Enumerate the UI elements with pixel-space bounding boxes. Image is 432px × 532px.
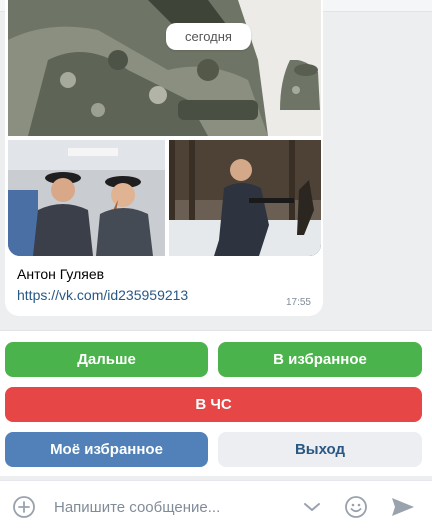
add-to-favorites-button[interactable]: В избранное [218, 342, 422, 377]
send-icon[interactable] [390, 495, 416, 519]
message-bubble: Антон Гуляев https://vk.com/id235959213 … [5, 0, 323, 316]
date-separator: сегодня [166, 23, 251, 50]
message-sender-name: Антон Гуляев [17, 266, 105, 282]
partial-photo-right [280, 59, 320, 110]
message-composer [0, 480, 432, 532]
chat-area: Антон Гуляев https://vk.com/id235959213 … [0, 0, 432, 330]
message-photo-small-right[interactable] [169, 140, 321, 256]
bot-keyboard: Дальше В избранное В ЧС Моё избранное Вы… [0, 330, 432, 476]
my-favorites-button[interactable]: Моё избранное [5, 432, 208, 467]
message-time: 17:55 [285, 297, 311, 308]
message-photo-small-left[interactable] [8, 140, 165, 256]
exit-button[interactable]: Выход [218, 432, 422, 467]
emoji-icon[interactable] [344, 495, 368, 519]
message-profile-link[interactable]: https://vk.com/id235959213 [17, 287, 188, 303]
next-button[interactable]: Дальше [5, 342, 208, 377]
chevron-down-icon[interactable] [300, 495, 324, 519]
blacklist-button[interactable]: В ЧС [5, 387, 422, 422]
message-photo-large[interactable] [8, 0, 321, 136]
message-input[interactable] [54, 496, 294, 518]
plus-icon[interactable] [12, 495, 36, 519]
